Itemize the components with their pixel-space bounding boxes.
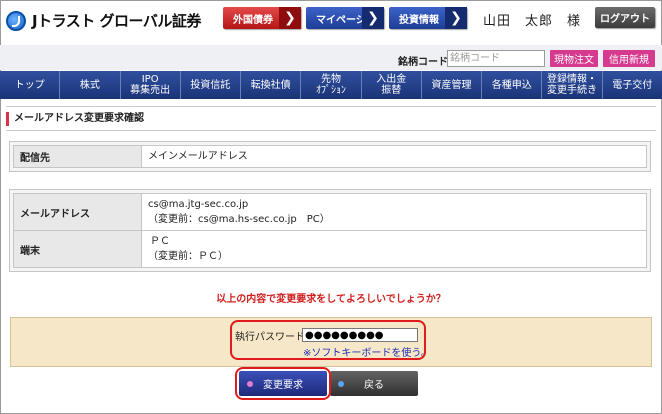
email-before-value: （変更前：cs@ma.hs-sec.co.jp PC） [148,214,330,225]
password-highlight [230,320,426,360]
user-name: 山田 太郎 様 [483,14,582,29]
device-value: ＰＣ [150,236,170,247]
divider [6,106,656,107]
nav-item-e-delivery[interactable]: 電子交付 [603,71,662,99]
email-value: cs@ma.jtg-sec.co.jp [148,199,249,210]
logo-text: Jトラスト グローバル証券 [32,12,201,30]
stock-code-input[interactable] [447,50,545,67]
table-row: メールアドレス cs@ma.jtg-sec.co.jp （変更前：cs@ma.h… [13,193,647,231]
email-label: メールアドレス [13,193,142,231]
email-cell: cs@ma.jtg-sec.co.jp （変更前：cs@ma.hs-sec.co… [141,193,647,231]
nav-item-applications[interactable]: 各種申込 [482,71,543,99]
device-cell: ＰＣ （変更前：ＰＣ） [141,230,647,268]
stock-code-label: 銘柄コード [398,57,448,68]
logout-button[interactable]: ログアウト [595,7,655,28]
details-section: メールアドレス cs@ma.jtg-sec.co.jp （変更前：cs@ma.h… [9,189,651,272]
nav-item-registration-info[interactable]: 登録情報・ 変更手続き [542,71,603,99]
back-label: 戻る [364,380,384,391]
nav-item-deposit-transfer[interactable]: 入出金 振替 [362,71,422,99]
foreign-bonds-label: 外国債券 [233,14,273,26]
nav-item-stocks[interactable]: 株式 [60,71,121,99]
table-row: 配信先 メインメールアドレス [13,145,647,168]
device-label: 端末 [13,230,142,268]
margin-new-button[interactable]: 信用新規 [603,50,655,67]
mypage-label: マイページ [316,14,366,26]
foreign-bonds-button[interactable]: 外国債券 ❯ [223,7,301,29]
nav-item-ipo[interactable]: IPO 募集売出 [121,71,181,99]
page-title: メールアドレス変更要求確認 [6,112,144,126]
nav-item-futures-options[interactable]: 先物 ｵﾌﾟｼｮﾝ [301,71,362,99]
nav-item-convertible-bonds[interactable]: 転換社債 [241,71,302,99]
chevron-right-icon: ❯ [362,7,384,29]
delivery-table: 配信先 メインメールアドレス [13,145,647,168]
brand-logo[interactable]: Jトラスト グローバル証券 [6,10,201,31]
nav-item-funds[interactable]: 投資信託 [181,71,242,99]
investment-info-button[interactable]: 投資情報 ❯ [389,7,467,29]
main-nav: トップ 株式 IPO 募集売出 投資信託 転換社債 先物 ｵﾌﾟｼｮﾝ 入出金 … [0,71,662,99]
spot-order-button[interactable]: 現物注文 [550,50,598,67]
delivery-label: 配信先 [13,145,142,168]
logo-icon [6,10,26,31]
nav-item-asset-management[interactable]: 資産管理 [422,71,483,99]
chevron-right-icon: ❯ [445,7,467,29]
device-before-value: （変更前：ＰＣ） [148,251,228,262]
table-row: 端末 ＰＣ （変更前：ＰＣ） [13,230,647,268]
investment-info-label: 投資情報 [399,14,439,26]
confirm-message: 以上の内容で変更要求をしてよろしいでしょうか？ [216,294,446,305]
submit-highlight [235,367,331,400]
back-button[interactable]: 戻る [330,371,418,396]
chevron-right-icon: ❯ [279,7,301,29]
delivery-value: メインメールアドレス [141,145,647,168]
bullet-icon [338,381,344,387]
delivery-section: 配信先 メインメールアドレス [9,141,651,172]
nav-item-top[interactable]: トップ [0,71,61,99]
mypage-button[interactable]: マイページ ❯ [306,7,384,29]
divider [6,130,656,131]
details-table: メールアドレス cs@ma.jtg-sec.co.jp （変更前：cs@ma.h… [13,193,647,268]
